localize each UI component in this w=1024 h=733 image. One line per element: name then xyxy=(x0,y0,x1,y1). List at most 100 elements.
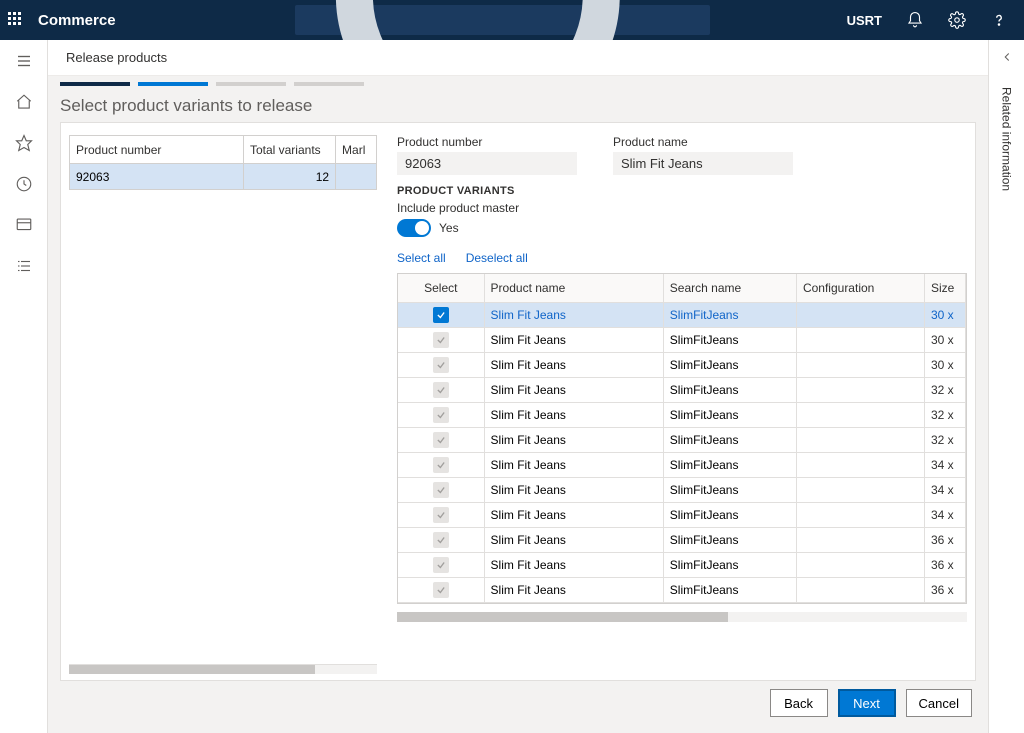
cell-search-name: SlimFitJeans xyxy=(663,327,796,352)
cell-product-name: Slim Fit Jeans xyxy=(484,302,663,327)
cell-search-name: SlimFitJeans xyxy=(663,552,796,577)
table-row[interactable]: Slim Fit JeansSlimFitJeans30 x xyxy=(398,302,966,327)
cell-configuration xyxy=(796,302,924,327)
search-box[interactable] xyxy=(295,5,710,35)
wizard-step-3[interactable] xyxy=(216,82,286,86)
cell-configuration xyxy=(796,527,924,552)
col-total-variants[interactable]: Total variants xyxy=(243,136,335,164)
col-search-name[interactable]: Search name xyxy=(663,274,796,302)
page-title: Release products xyxy=(48,40,988,76)
product-number-label: Product number xyxy=(397,135,577,149)
link-select-all[interactable]: Select all xyxy=(397,251,446,265)
col-size[interactable]: Size xyxy=(924,274,965,302)
table-row[interactable]: Slim Fit JeansSlimFitJeans30 x xyxy=(398,352,966,377)
cell-product-name: Slim Fit Jeans xyxy=(484,352,663,377)
cell-configuration xyxy=(796,452,924,477)
bell-icon[interactable] xyxy=(906,11,924,29)
row-checkbox[interactable] xyxy=(433,357,449,373)
workspace-icon[interactable] xyxy=(15,216,33,239)
cell-product-name: Slim Fit Jeans xyxy=(484,577,663,602)
table-row[interactable]: Slim Fit JeansSlimFitJeans 36 x xyxy=(398,577,966,602)
cell-search-name: SlimFitJeans xyxy=(663,302,796,327)
col-product-number[interactable]: Product number xyxy=(70,136,244,164)
cell-product-name: Slim Fit Jeans xyxy=(484,402,663,427)
table-row[interactable]: Slim Fit JeansSlimFitJeans34 x xyxy=(398,477,966,502)
collapse-right-rail-icon[interactable] xyxy=(1000,50,1014,69)
variants-grid-scrollbar[interactable] xyxy=(397,612,967,622)
row-checkbox[interactable] xyxy=(433,482,449,498)
table-row[interactable]: Slim Fit JeansSlimFitJeans36 x xyxy=(398,527,966,552)
cell-configuration xyxy=(796,377,924,402)
row-checkbox[interactable] xyxy=(433,332,449,348)
home-icon[interactable] xyxy=(15,93,33,116)
cell-product-name: Slim Fit Jeans xyxy=(484,377,663,402)
cell-search-name: SlimFitJeans xyxy=(663,577,796,602)
row-checkbox[interactable] xyxy=(433,532,449,548)
row-checkbox[interactable] xyxy=(433,407,449,423)
variant-detail-pane: Product number Product name PRODUCT VARI… xyxy=(397,135,975,674)
user-badge[interactable]: USRT xyxy=(847,13,882,28)
table-row[interactable]: Slim Fit JeansSlimFitJeans32 x xyxy=(398,377,966,402)
wizard-step-2[interactable] xyxy=(138,82,208,86)
gear-icon[interactable] xyxy=(948,11,966,29)
table-row[interactable]: 9206312 xyxy=(70,164,377,190)
table-row[interactable]: Slim Fit JeansSlimFitJeans36 x xyxy=(398,552,966,577)
cell-size: 34 x xyxy=(924,452,965,477)
row-checkbox[interactable] xyxy=(433,382,449,398)
col-product-name[interactable]: Product name xyxy=(484,274,663,302)
next-button[interactable]: Next xyxy=(838,689,896,717)
col-select[interactable]: Select xyxy=(398,274,484,302)
cell-size: 34 x xyxy=(924,477,965,502)
products-grid-scrollbar[interactable] xyxy=(69,664,377,674)
related-information-label[interactable]: Related information xyxy=(1000,87,1014,191)
table-row[interactable]: Slim Fit JeansSlimFitJeans34 x xyxy=(398,452,966,477)
cell-product-name: Slim Fit Jeans xyxy=(484,527,663,552)
cell-search-name: SlimFitJeans xyxy=(663,377,796,402)
cell-product-name: Slim Fit Jeans xyxy=(484,502,663,527)
row-checkbox[interactable] xyxy=(433,307,449,323)
star-icon[interactable] xyxy=(15,134,33,157)
cell-size: 36 x xyxy=(924,577,965,602)
row-checkbox[interactable] xyxy=(433,557,449,573)
cell-product-number: 92063 xyxy=(70,164,244,190)
row-checkbox[interactable] xyxy=(433,457,449,473)
product-number-field xyxy=(397,152,577,175)
cell-size: 36 x xyxy=(924,552,965,577)
toggle-include-master-label: Include product master xyxy=(397,201,967,215)
cell-size: 30 x xyxy=(924,352,965,377)
app-name[interactable]: Commerce xyxy=(38,12,116,29)
col-mark[interactable]: Marl xyxy=(336,136,377,164)
cancel-button[interactable]: Cancel xyxy=(906,689,972,717)
cell-configuration xyxy=(796,502,924,527)
link-deselect-all[interactable]: Deselect all xyxy=(466,251,528,265)
products-grid: Product number Total variants Marl 92063… xyxy=(69,135,377,674)
cell-search-name: SlimFitJeans xyxy=(663,452,796,477)
table-row[interactable]: Slim Fit JeansSlimFitJeans34 x xyxy=(398,502,966,527)
products-header: Product number Total variants Marl xyxy=(70,136,377,164)
table-row[interactable]: Slim Fit JeansSlimFitJeans32 x xyxy=(398,427,966,452)
cell-total-variants: 12 xyxy=(243,164,335,190)
cell-search-name: SlimFitJeans xyxy=(663,402,796,427)
toggle-include-master[interactable] xyxy=(397,219,431,237)
clock-icon[interactable] xyxy=(15,175,33,198)
wizard-heading: Select product variants to release xyxy=(60,96,976,116)
cell-configuration xyxy=(796,577,924,602)
table-row[interactable]: Slim Fit JeansSlimFitJeans32 x xyxy=(398,402,966,427)
modules-icon[interactable] xyxy=(15,257,33,280)
row-checkbox[interactable] xyxy=(433,507,449,523)
cell-size: 32 x xyxy=(924,427,965,452)
cell-product-name: Slim Fit Jeans xyxy=(484,427,663,452)
help-icon[interactable] xyxy=(990,11,1008,29)
table-row[interactable]: Slim Fit JeansSlimFitJeans30 x xyxy=(398,327,966,352)
row-checkbox[interactable] xyxy=(433,432,449,448)
cell-size: 34 x xyxy=(924,502,965,527)
wizard-step-1[interactable] xyxy=(60,82,130,86)
col-configuration[interactable]: Configuration xyxy=(796,274,924,302)
cell-configuration xyxy=(796,402,924,427)
row-checkbox[interactable] xyxy=(433,582,449,598)
back-button[interactable]: Back xyxy=(770,689,828,717)
app-launcher-icon[interactable] xyxy=(8,12,24,28)
cell-product-name: Slim Fit Jeans xyxy=(484,327,663,352)
hamburger-icon[interactable] xyxy=(15,52,33,75)
wizard-step-4[interactable] xyxy=(294,82,364,86)
